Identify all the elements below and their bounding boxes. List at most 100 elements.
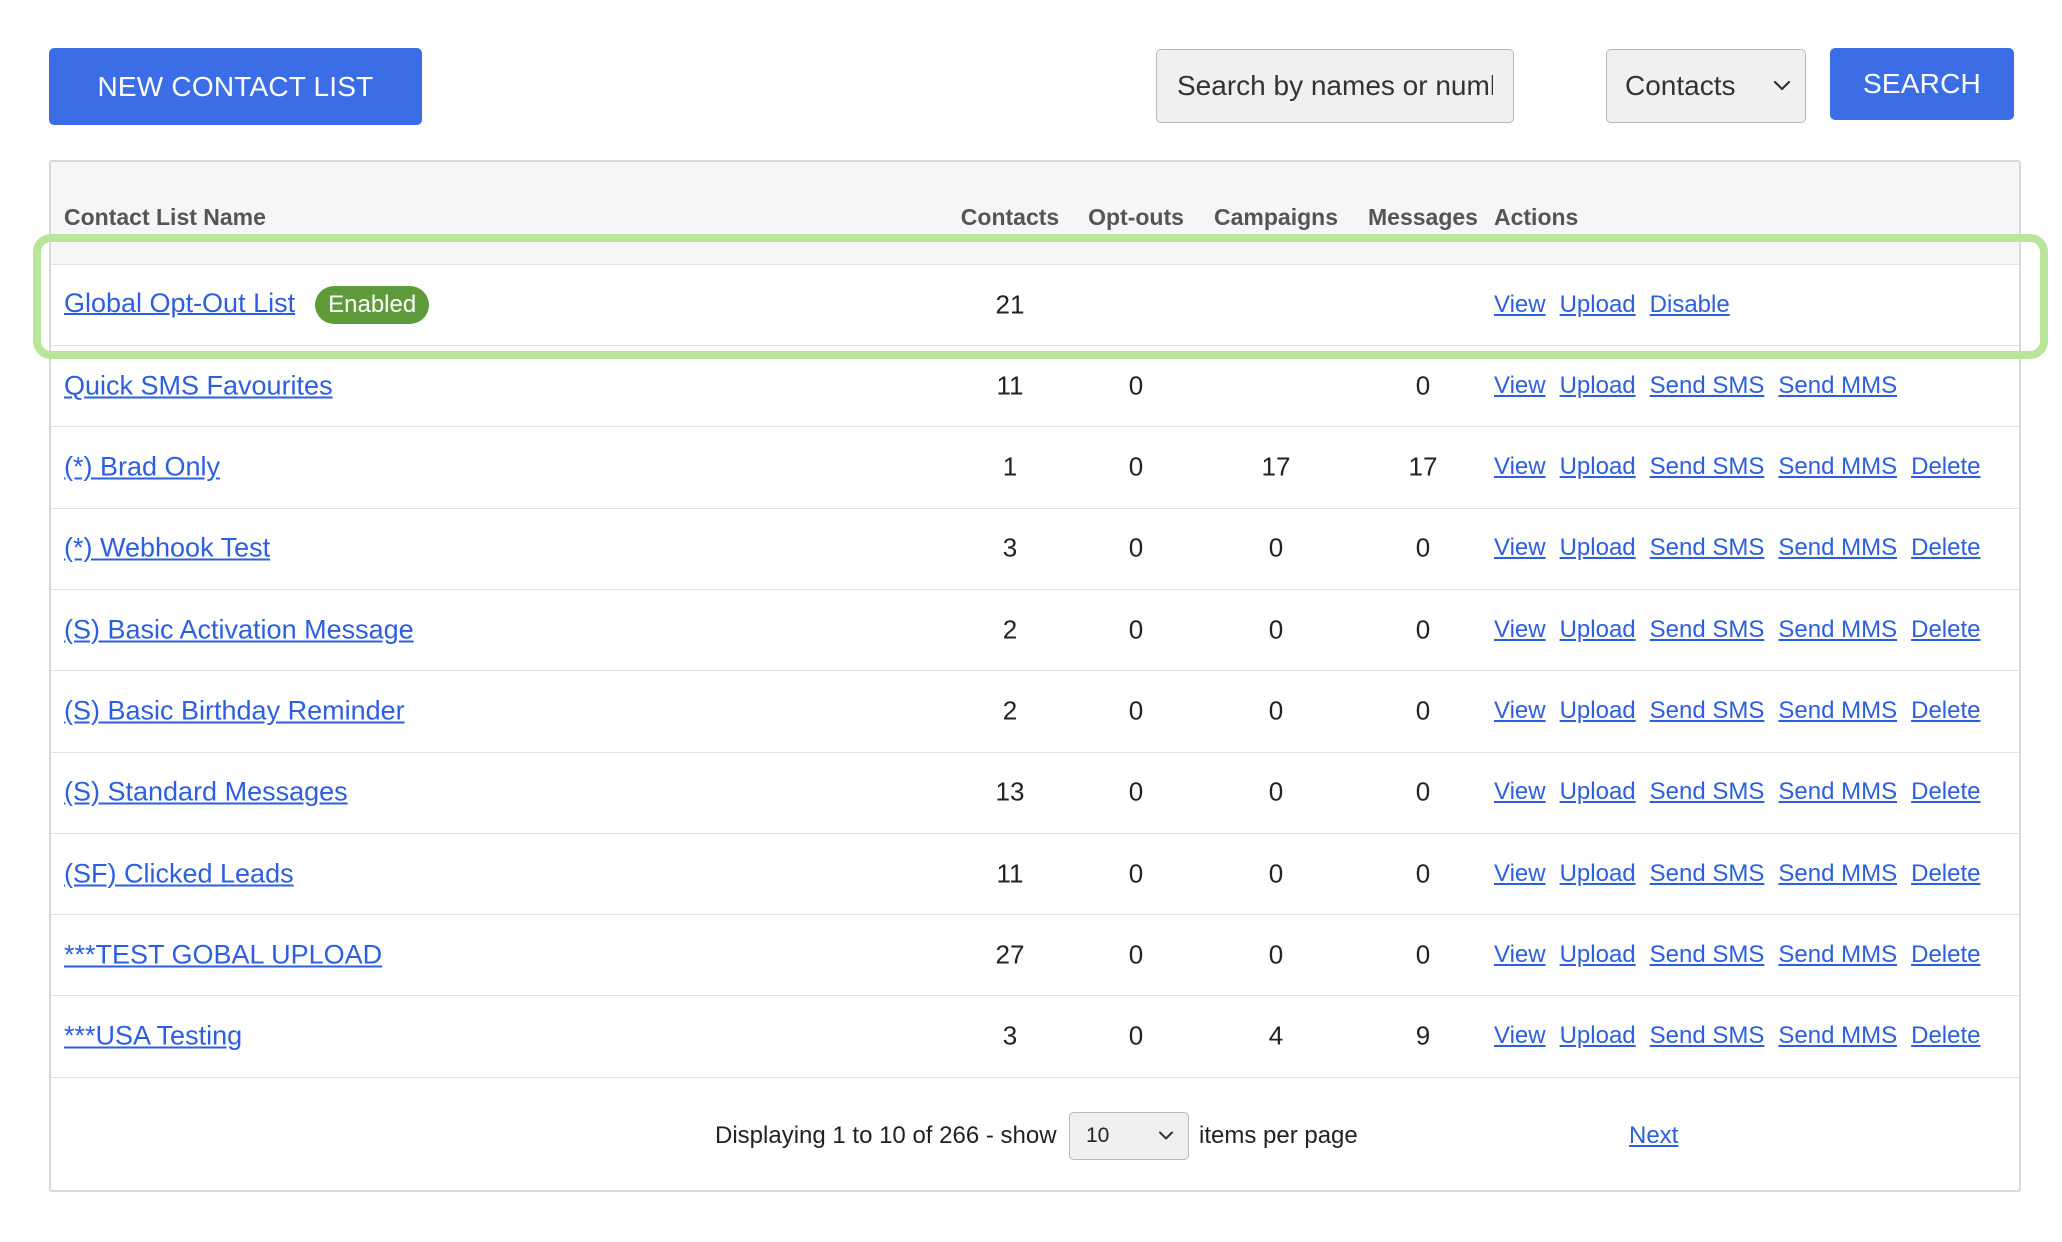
action-view-link[interactable]: View [1494, 534, 1546, 561]
optouts-count: 0 [1128, 532, 1144, 563]
action-upload-link[interactable]: Upload [1560, 1022, 1636, 1049]
action-view-link[interactable]: View [1494, 372, 1546, 399]
table-row: (*) Webhook Test 3 0 0 0 View Upload Send SMS Se… [51, 508, 2019, 590]
table-header: Contact List Name Contacts Opt-outs Camp… [51, 162, 2019, 265]
action-upload-link[interactable]: Upload [1560, 534, 1636, 561]
search-input[interactable] [1156, 49, 1514, 123]
contacts-count: 3 [1002, 1020, 1018, 1051]
action-upload-link[interactable]: Upload [1560, 697, 1636, 724]
action-send-mms-link[interactable]: Send MMS [1778, 616, 1897, 643]
action-delete-link[interactable]: Delete [1911, 778, 1980, 805]
messages-count: 0 [1415, 370, 1431, 401]
optouts-count: 0 [1128, 939, 1144, 970]
action-send-mms-link[interactable]: Send MMS [1778, 1022, 1897, 1049]
action-view-link[interactable]: View [1494, 941, 1546, 968]
contacts-count: 1 [1002, 451, 1018, 482]
action-delete-link[interactable]: Delete [1911, 616, 1980, 643]
action-delete-link[interactable]: Delete [1911, 1022, 1980, 1049]
items-per-page-select[interactable]: 10 [1069, 1112, 1189, 1160]
row-actions: View Upload Send SMS Send MMS Delete [1494, 534, 1994, 562]
list-name-link[interactable]: (SF) Clicked Leads [64, 858, 294, 888]
action-delete-link[interactable]: Delete [1911, 534, 1980, 561]
action-send-mms-link[interactable]: Send MMS [1778, 372, 1897, 399]
list-name-link[interactable]: ***USA Testing [64, 1021, 242, 1051]
action-delete-link[interactable]: Delete [1911, 941, 1980, 968]
action-send-sms-link[interactable]: Send SMS [1650, 1022, 1765, 1049]
contacts-count: 11 [996, 858, 1024, 889]
search-button[interactable]: SEARCH [1830, 48, 2014, 120]
row-actions: View Upload Send SMS Send MMS Delete [1494, 453, 1994, 481]
list-name-link[interactable]: Global Opt-Out List [64, 287, 295, 317]
action-view-link[interactable]: View [1494, 1022, 1546, 1049]
list-name-link[interactable]: (*) Brad Only [64, 452, 220, 482]
action-upload-link[interactable]: Upload [1560, 372, 1636, 399]
campaigns-count: 0 [1268, 776, 1284, 807]
search-scope-select[interactable]: Contacts [1606, 49, 1806, 123]
action-upload-link[interactable]: Upload [1560, 616, 1636, 643]
column-header-name: Contact List Name [64, 204, 266, 230]
pagination-display-text: Displaying 1 to 10 of 266 - show [715, 1122, 1057, 1149]
optouts-count: 0 [1128, 858, 1144, 889]
table-row: (*) Brad Only 1 0 17 17 View Upload Send SMS Sen… [51, 427, 2019, 509]
action-send-mms-link[interactable]: Send MMS [1778, 860, 1897, 887]
messages-count: 0 [1415, 776, 1431, 807]
table-row: (S) Basic Birthday Reminder 2 0 0 0 View Uploa… [51, 671, 2019, 753]
optouts-count: 0 [1128, 695, 1144, 726]
action-send-mms-link[interactable]: Send MMS [1778, 941, 1897, 968]
action-send-sms-link[interactable]: Send SMS [1650, 778, 1765, 805]
list-name-link[interactable]: (S) Standard Messages [64, 777, 348, 807]
action-send-sms-link[interactable]: Send SMS [1650, 453, 1765, 480]
contact-lists-panel: Contact List Name Contacts Opt-outs Camp… [49, 160, 2021, 1192]
action-delete-link[interactable]: Delete [1911, 697, 1980, 724]
list-name-cell: (S) Basic Birthday Reminder [64, 696, 405, 727]
action-send-mms-link[interactable]: Send MMS [1778, 453, 1897, 480]
list-name-link[interactable]: Quick SMS Favourites [64, 370, 333, 400]
list-name-cell: ***USA Testing [64, 1021, 242, 1052]
action-view-link[interactable]: View [1494, 778, 1546, 805]
action-upload-link[interactable]: Upload [1560, 453, 1636, 480]
list-name-cell: ***TEST GOBAL UPLOAD [64, 939, 382, 970]
column-header-actions: Actions [1494, 204, 1579, 230]
messages-count: 0 [1415, 858, 1431, 889]
action-view-link[interactable]: View [1494, 860, 1546, 887]
action-upload-link[interactable]: Upload [1560, 291, 1636, 318]
action-send-sms-link[interactable]: Send SMS [1650, 534, 1765, 561]
messages-count: 0 [1415, 614, 1431, 645]
action-upload-link[interactable]: Upload [1560, 941, 1636, 968]
action-send-mms-link[interactable]: Send MMS [1778, 534, 1897, 561]
list-name-link[interactable]: ***TEST GOBAL UPLOAD [64, 939, 382, 969]
action-send-mms-link[interactable]: Send MMS [1778, 697, 1897, 724]
optouts-count: 0 [1128, 776, 1144, 807]
campaigns-count: 0 [1268, 532, 1284, 563]
action-view-link[interactable]: View [1494, 697, 1546, 724]
messages-count: 0 [1415, 939, 1431, 970]
action-send-sms-link[interactable]: Send SMS [1650, 697, 1765, 724]
contacts-count: 2 [1002, 695, 1018, 726]
campaigns-count: 4 [1268, 1020, 1284, 1051]
new-contact-list-button[interactable]: NEW CONTACT LIST [49, 48, 422, 125]
action-send-sms-link[interactable]: Send SMS [1650, 860, 1765, 887]
action-view-link[interactable]: View [1494, 291, 1546, 318]
chevron-down-icon [1773, 80, 1791, 91]
campaigns-count: 0 [1268, 939, 1284, 970]
search-scope-value: Contacts [1625, 70, 1736, 101]
action-upload-link[interactable]: Upload [1560, 860, 1636, 887]
action-view-link[interactable]: View [1494, 453, 1546, 480]
action-view-link[interactable]: View [1494, 616, 1546, 643]
action-delete-link[interactable]: Delete [1911, 860, 1980, 887]
action-send-sms-link[interactable]: Send SMS [1650, 372, 1765, 399]
list-name-link[interactable]: (S) Basic Activation Message [64, 614, 414, 644]
list-name-link[interactable]: (S) Basic Birthday Reminder [64, 696, 405, 726]
action-send-mms-link[interactable]: Send MMS [1778, 778, 1897, 805]
list-name-link[interactable]: (*) Webhook Test [64, 533, 270, 563]
action-upload-link[interactable]: Upload [1560, 778, 1636, 805]
action-disable-link[interactable]: Disable [1650, 291, 1730, 318]
action-send-sms-link[interactable]: Send SMS [1650, 941, 1765, 968]
column-header-campaigns: Campaigns [1214, 204, 1338, 230]
table-row: (S) Standard Messages 13 0 0 0 View Upload Send… [51, 752, 2019, 834]
next-page-link[interactable]: Next [1629, 1122, 1678, 1150]
action-send-sms-link[interactable]: Send SMS [1650, 616, 1765, 643]
column-header-contacts: Contacts [960, 204, 1060, 230]
action-delete-link[interactable]: Delete [1911, 453, 1980, 480]
row-actions: View Upload Disable [1494, 291, 1744, 319]
